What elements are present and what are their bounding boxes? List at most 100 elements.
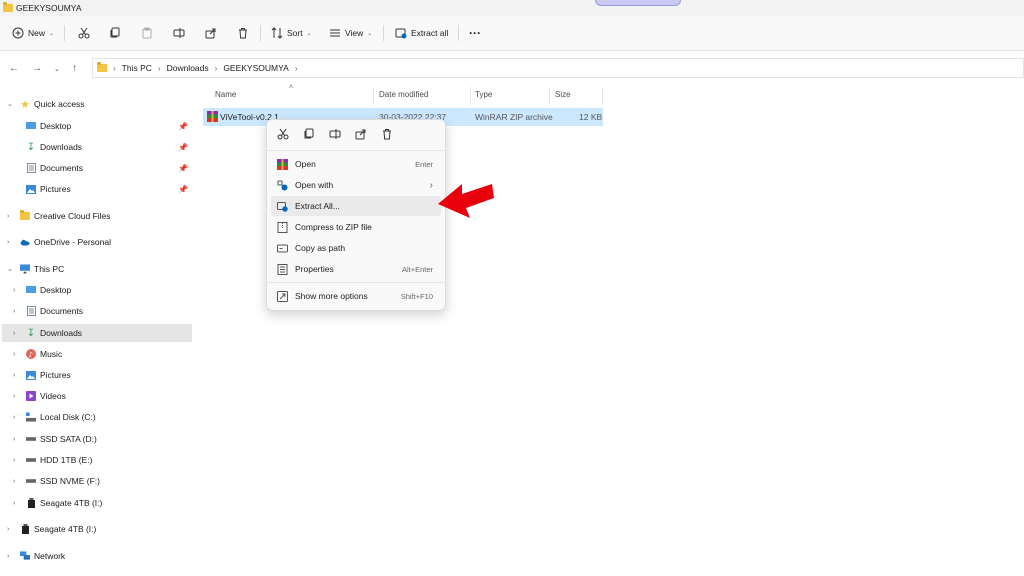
navigation-pane: ⌄ ★ Quick access Desktop 📌 ↧ Downloads 📌… [0,90,194,576]
expand-icon[interactable]: › [13,500,15,507]
breadcrumb-this-pc[interactable]: This PC [122,63,152,73]
file-size: 12 KB [579,112,603,122]
sidebar-item-downloads[interactable]: ↧ Downloads 📌 [2,138,192,156]
forward-arrow-icon[interactable]: → [32,63,42,74]
breadcrumb-separator-icon: › [214,63,218,73]
expand-icon[interactable]: › [13,330,15,337]
pin-icon[interactable]: 📌 [178,143,188,152]
address-bar[interactable]: › This PC › Downloads › GEEKYSOUMYA › [92,58,1024,78]
rename-button[interactable] [173,24,185,42]
recent-locations-icon[interactable]: ⌄ [54,65,60,73]
expand-icon[interactable]: › [13,351,15,358]
sidebar-item-label: Network [34,551,66,561]
expand-icon[interactable]: › [7,526,9,533]
sidebar-item-seagate[interactable]: › Seagate 4TB (I:) [2,520,192,538]
sidebar-item-local-disk-c[interactable]: › Local Disk (C:) [2,408,192,426]
delete-icon[interactable] [381,128,393,140]
sidebar-item-pictures[interactable]: Pictures 📌 [2,180,192,198]
sidebar-item-hdd-e[interactable]: › HDD 1TB (E:) [2,451,192,469]
sidebar-item-pc-pictures[interactable]: › Pictures [2,366,192,384]
menu-item-open[interactable]: Open Enter [271,154,441,174]
menu-item-properties[interactable]: Properties Alt+Enter [271,259,441,279]
sidebar-item-onedrive[interactable]: › OneDrive - Personal [2,233,192,251]
expand-icon[interactable]: › [13,287,15,294]
expand-icon[interactable]: › [13,308,15,315]
pin-icon[interactable]: 📌 [178,185,188,194]
cut-icon[interactable] [277,128,289,140]
column-header-date[interactable]: Date modified [379,90,428,99]
expand-open-icon[interactable]: ⌄ [7,265,13,273]
expand-icon[interactable]: › [7,213,9,220]
menu-item-copy-as-path[interactable]: Copy as path [271,238,441,258]
extract-all-button[interactable]: Extract all [395,24,448,42]
expand-icon[interactable]: › [13,436,15,443]
network-icon [20,551,30,561]
pin-icon[interactable]: 📌 [178,122,188,131]
sidebar-item-label: Desktop [40,121,72,131]
folder-icon [3,2,13,12]
cut-button[interactable] [78,24,90,42]
expand-icon[interactable]: › [13,372,15,379]
pin-icon[interactable]: 📌 [178,164,188,173]
sidebar-item-quick-access[interactable]: ⌄ ★ Quick access [2,95,192,113]
breadcrumb-downloads[interactable]: Downloads [167,63,209,73]
pictures-icon [26,184,36,194]
rename-icon[interactable] [329,128,341,140]
share-button[interactable] [205,24,217,42]
sidebar-item-ssd-nvme-f[interactable]: › SSD NVME (F:) [2,472,192,490]
sidebar-item-desktop[interactable]: Desktop 📌 [2,117,192,135]
title-bar: GEEKYSOUMYA [0,0,1024,16]
more-options-button[interactable]: ··· [469,24,481,42]
share-icon[interactable] [355,128,367,140]
expand-icon[interactable]: › [7,553,9,560]
menu-item-show-more-options[interactable]: Show more options Shift+F10 [271,286,441,306]
column-header-type[interactable]: Type [475,90,492,99]
copy-icon[interactable] [303,128,315,140]
view-label: View [345,28,364,38]
column-divider[interactable] [470,87,471,105]
breadcrumb-geekysoumya[interactable]: GEEKYSOUMYA [223,63,289,73]
menu-item-open-with[interactable]: Open with › [271,175,441,195]
show-more-icon [277,290,288,302]
column-divider[interactable] [602,87,603,105]
expand-icon[interactable]: › [13,414,15,421]
sidebar-item-pc-downloads[interactable]: › ↧ Downloads [2,324,192,342]
back-arrow-icon[interactable]: ← [9,63,19,74]
paste-button[interactable] [141,24,153,42]
view-button[interactable]: View ⌄ [329,24,372,42]
expand-icon[interactable]: › [13,457,15,464]
sidebar-item-videos[interactable]: › Videos [2,387,192,405]
sidebar-item-ssd-sata-d[interactable]: › SSD SATA (D:) [2,430,192,448]
menu-item-extract-all[interactable]: Extract All... [271,196,441,216]
star-icon: ★ [20,98,30,111]
context-menu-quick-actions [267,120,445,151]
sidebar-item-creative-cloud[interactable]: › Creative Cloud Files [2,207,192,225]
copy-icon [110,27,120,38]
delete-button[interactable] [237,24,249,42]
menu-item-shortcut: Alt+Enter [401,264,433,274]
expand-open-icon[interactable]: ⌄ [7,100,13,108]
menu-item-compress-zip[interactable]: Compress to ZIP file [271,217,441,237]
up-arrow-icon[interactable]: ↑ [72,63,77,74]
new-button[interactable]: New ⌄ [12,24,54,42]
expand-icon[interactable]: › [13,478,15,485]
breadcrumb-separator-icon: › [294,63,298,73]
sidebar-item-pc-documents[interactable]: › Documents [2,302,192,320]
sort-button[interactable]: Sort ⌄ [271,24,312,42]
sidebar-item-music[interactable]: › ♪ Music [2,345,192,363]
sidebar-item-documents[interactable]: Documents 📌 [2,159,192,177]
command-bar: New ⌄ Sort ⌄ View ⌄ Extract all ··· [0,16,1024,51]
menu-divider [267,282,445,283]
sidebar-item-seagate-pc[interactable]: › Seagate 4TB (I:) [2,494,192,512]
column-header-size[interactable]: Size [555,90,571,99]
sidebar-item-network[interactable]: › Network [2,547,192,565]
expand-icon[interactable]: › [13,393,15,400]
column-divider[interactable] [373,87,374,105]
menu-item-label: Show more options [295,291,368,301]
sidebar-item-this-pc[interactable]: ⌄ This PC [2,260,192,278]
column-divider[interactable] [549,87,550,105]
expand-icon[interactable]: › [7,239,9,246]
copy-button[interactable] [109,24,121,42]
column-header-name[interactable]: Name [215,90,236,99]
sidebar-item-pc-desktop[interactable]: › Desktop [2,281,192,299]
